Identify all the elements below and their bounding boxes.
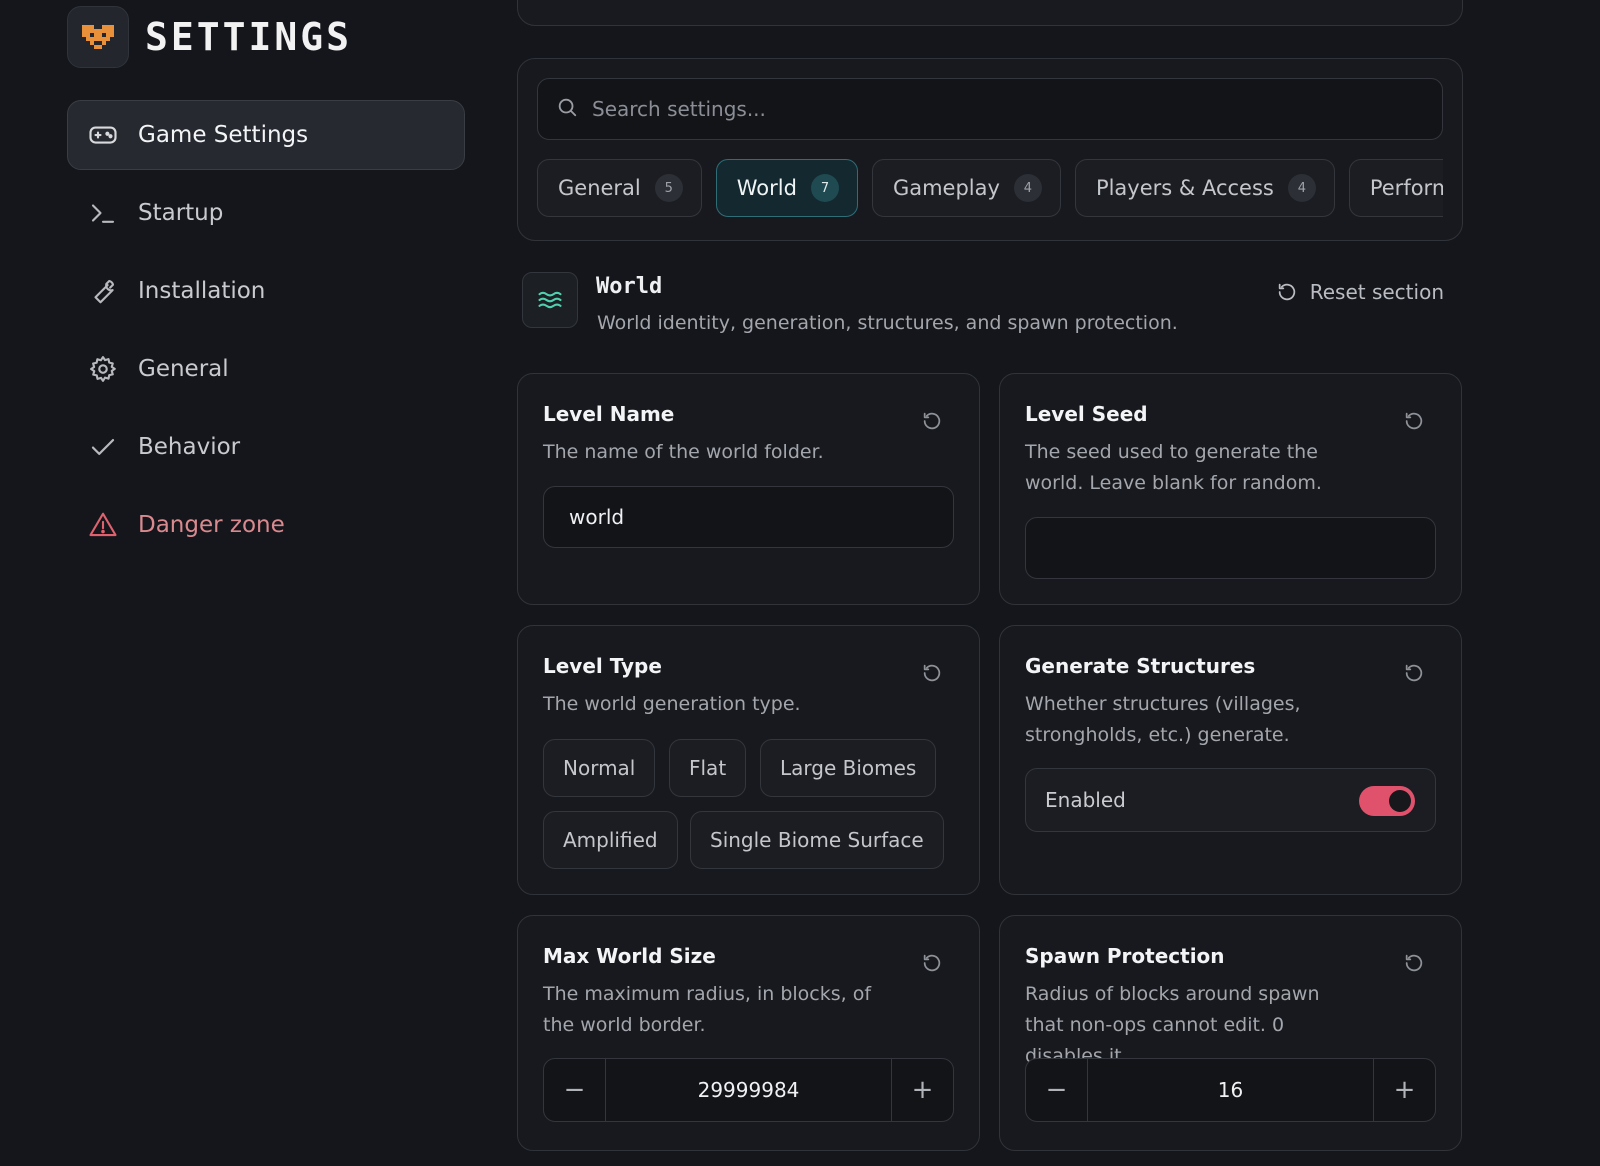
stepper-value[interactable]: 29999984 <box>606 1059 891 1121</box>
sidebar-item-general[interactable]: General <box>67 334 465 404</box>
spawn-protection-stepper: − 16 + <box>1025 1058 1436 1122</box>
previous-panel <box>517 0 1463 26</box>
card-description: The world generation type. <box>543 693 801 715</box>
structures-toggle-row: Enabled <box>1025 768 1436 832</box>
waves-icon <box>522 272 578 328</box>
reset-icon[interactable] <box>1403 410 1425 432</box>
category-tabs: General 5 World 7 Gameplay 4 Players & A… <box>537 159 1443 219</box>
max-world-size-stepper: − 29999984 + <box>543 1058 954 1122</box>
setting-card-generate-structures: Generate Structures Whether structures (… <box>999 625 1462 895</box>
setting-card-level-name: Level Name The name of the world folder. <box>517 373 980 605</box>
reset-icon[interactable] <box>921 662 943 684</box>
terminal-icon <box>88 198 118 228</box>
increment-button[interactable]: + <box>891 1059 953 1121</box>
setting-card-spawn-protection: Spawn Protection Radius of blocks around… <box>999 915 1462 1151</box>
app-title: SETTINGS <box>145 15 353 59</box>
sidebar-item-behavior[interactable]: Behavior <box>67 412 465 482</box>
reset-section-button[interactable]: Reset section <box>1276 280 1444 304</box>
warning-icon <box>88 510 118 540</box>
pixel-heart-icon[interactable] <box>67 6 129 68</box>
sidebar-item-danger-zone[interactable]: Danger zone <box>67 490 465 560</box>
gear-icon <box>88 354 118 384</box>
tab-label: General <box>558 176 641 200</box>
section-description: World identity, generation, structures, … <box>597 312 1178 334</box>
card-description: Whether structures (villages, stronghold… <box>1025 693 1301 746</box>
tab-players-access[interactable]: Players & Access 4 <box>1074 159 1335 217</box>
card-description: The name of the world folder. <box>543 441 824 463</box>
tab-general[interactable]: General 5 <box>537 159 702 217</box>
tab-count-badge: 7 <box>810 174 839 202</box>
reset-icon[interactable] <box>1403 662 1425 684</box>
sidebar-item-label: Behavior <box>138 434 241 460</box>
brand: SETTINGS <box>67 6 352 68</box>
check-icon <box>88 432 118 462</box>
wrench-icon <box>88 276 118 306</box>
card-title: Level Seed <box>1025 402 1148 426</box>
level-seed-input[interactable] <box>1025 517 1436 579</box>
sidebar-item-installation[interactable]: Installation <box>67 256 465 326</box>
tab-count-badge: 4 <box>1287 174 1316 202</box>
sidebar-item-label: Game Settings <box>138 122 309 148</box>
tab-gameplay[interactable]: Gameplay 4 <box>871 159 1061 217</box>
tab-count-badge: 4 <box>1013 174 1042 202</box>
section-title: World <box>596 274 663 299</box>
stepper-value[interactable]: 16 <box>1088 1059 1373 1121</box>
gamepad-icon <box>88 120 118 150</box>
sidebar-item-game-settings[interactable]: Game Settings <box>67 100 465 170</box>
card-title: Level Type <box>543 654 662 678</box>
card-title: Generate Structures <box>1025 654 1256 678</box>
level-type-option-large-biomes[interactable]: Large Biomes <box>760 739 937 797</box>
reset-icon[interactable] <box>921 410 943 432</box>
sidebar-item-label: Installation <box>138 278 266 304</box>
tab-world[interactable]: World 7 <box>715 159 858 217</box>
card-title: Level Name <box>543 402 675 426</box>
reset-icon[interactable] <box>1403 952 1425 974</box>
level-type-option-normal[interactable]: Normal <box>543 739 656 797</box>
sidebar-item-startup[interactable]: Startup <box>67 178 465 248</box>
toggle-state-label: Enabled <box>1045 788 1126 812</box>
tab-label: Gameplay <box>892 176 1000 200</box>
search-box <box>537 78 1443 140</box>
sidebar-item-label: General <box>138 356 229 382</box>
setting-card-level-seed: Level Seed The seed used to generate the… <box>999 373 1462 605</box>
search-input[interactable] <box>592 97 1442 121</box>
sidebar-item-label: Danger zone <box>138 512 285 538</box>
card-description: The seed used to generate the world. Lea… <box>1025 441 1322 494</box>
tab-label: World <box>736 176 797 200</box>
search-panel: General 5 World 7 Gameplay 4 Players & A… <box>517 58 1463 241</box>
setting-card-max-world-size: Max World Size The maximum radius, in bl… <box>517 915 980 1151</box>
reset-icon[interactable] <box>921 952 943 974</box>
tab-performance[interactable]: Performance <box>1348 159 1443 217</box>
tab-label: Players & Access <box>1095 176 1274 200</box>
card-title: Max World Size <box>543 944 716 968</box>
setting-card-level-type: Level Type The world generation type. No… <box>517 625 980 895</box>
toggle-knob <box>1389 790 1411 812</box>
level-type-option-single-biome-surface[interactable]: Single Biome Surface <box>690 811 944 869</box>
level-type-option-amplified[interactable]: Amplified <box>543 811 678 869</box>
tab-label: Performance <box>1369 176 1443 200</box>
sidebar-item-label: Startup <box>138 200 224 226</box>
card-description: The maximum radius, in blocks, of the wo… <box>543 983 872 1036</box>
level-type-option-flat[interactable]: Flat <box>669 739 747 797</box>
decrement-button[interactable]: − <box>544 1059 606 1121</box>
card-title: Spawn Protection <box>1025 944 1225 968</box>
generate-structures-toggle[interactable] <box>1359 786 1415 816</box>
tab-count-badge: 5 <box>654 174 683 202</box>
level-name-input[interactable] <box>543 486 954 548</box>
increment-button[interactable]: + <box>1373 1059 1435 1121</box>
reset-icon <box>1276 281 1298 303</box>
search-icon <box>556 96 578 122</box>
reset-section-label: Reset section <box>1309 280 1444 304</box>
sidebar-nav: Game Settings Startup Installation Gener… <box>67 100 465 568</box>
decrement-button[interactable]: − <box>1026 1059 1088 1121</box>
section-header: World World identity, generation, struct… <box>522 272 1452 342</box>
